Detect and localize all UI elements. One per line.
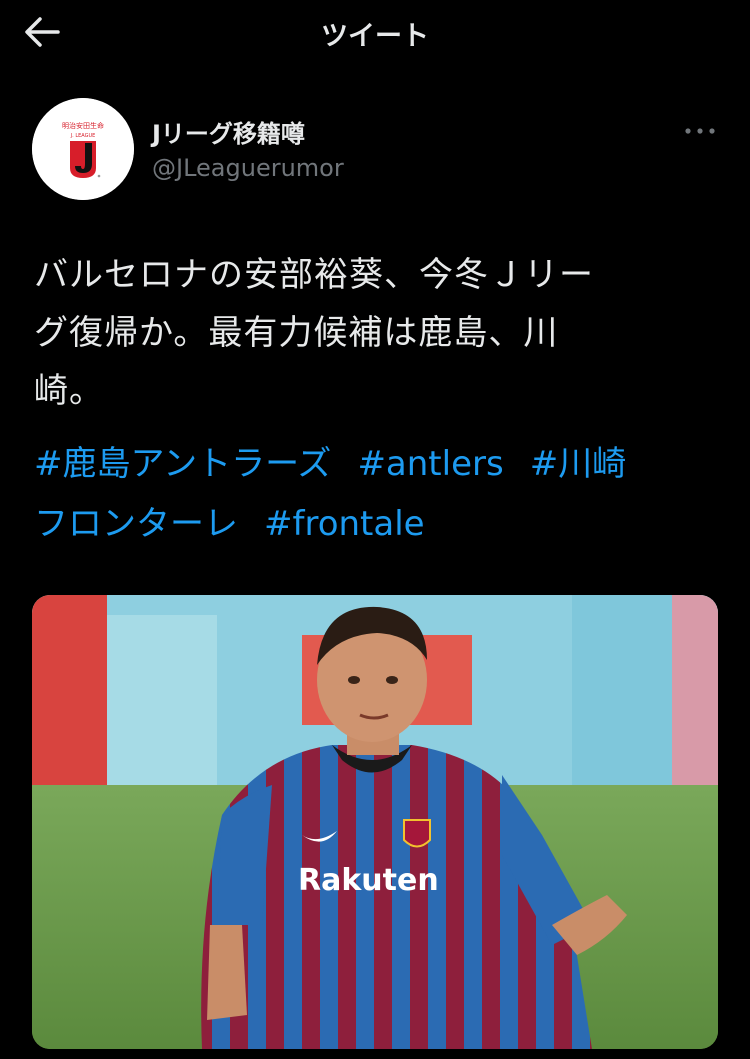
hashtag-link[interactable]: #frontale xyxy=(264,504,425,544)
player-photo xyxy=(32,595,718,1049)
author-display-name[interactable]: Jリーグ移籍噂 xyxy=(152,114,305,149)
j-league-logo-icon: 明治安田生命 J. LEAGUE xyxy=(32,98,134,200)
hashtag-link[interactable]: #antlers xyxy=(357,444,503,484)
page-title: ツイート xyxy=(321,21,429,52)
hashtag-link[interactable]: フロンターレ xyxy=(34,504,238,544)
tweet-image[interactable]: Rakuten xyxy=(32,595,718,1049)
hashtag-list: #鹿島アントラーズ #antlers #川崎 フロンターレ #frontale xyxy=(34,434,724,554)
avatar-label-top: 明治安田生命 xyxy=(62,121,104,130)
more-horizontal-icon xyxy=(685,128,715,134)
tweet-text-line: 崎。 xyxy=(34,371,104,411)
top-bar: ツイート xyxy=(0,0,750,64)
shirt-sponsor-text: Rakuten xyxy=(298,863,439,898)
tweet-text-line: グ復帰か。最有力候補は鹿島、川 xyxy=(34,313,559,353)
avatar[interactable]: 明治安田生命 J. LEAGUE xyxy=(32,98,134,200)
avatar-label-bottom: J. LEAGUE xyxy=(70,133,96,139)
tweet-text: バルセロナの安部裕葵、今冬Ｊリー グ復帰か。最有力候補は鹿島、川 崎。 xyxy=(34,246,724,420)
hashtag-link[interactable]: #鹿島アントラーズ xyxy=(34,444,331,484)
more-options-button[interactable] xyxy=(680,120,720,142)
tweet-text-line: バルセロナの安部裕葵、今冬Ｊリー xyxy=(34,255,594,295)
author-handle[interactable]: @JLeaguerumor xyxy=(152,154,344,182)
hashtag-link[interactable]: #川崎 xyxy=(530,444,627,484)
